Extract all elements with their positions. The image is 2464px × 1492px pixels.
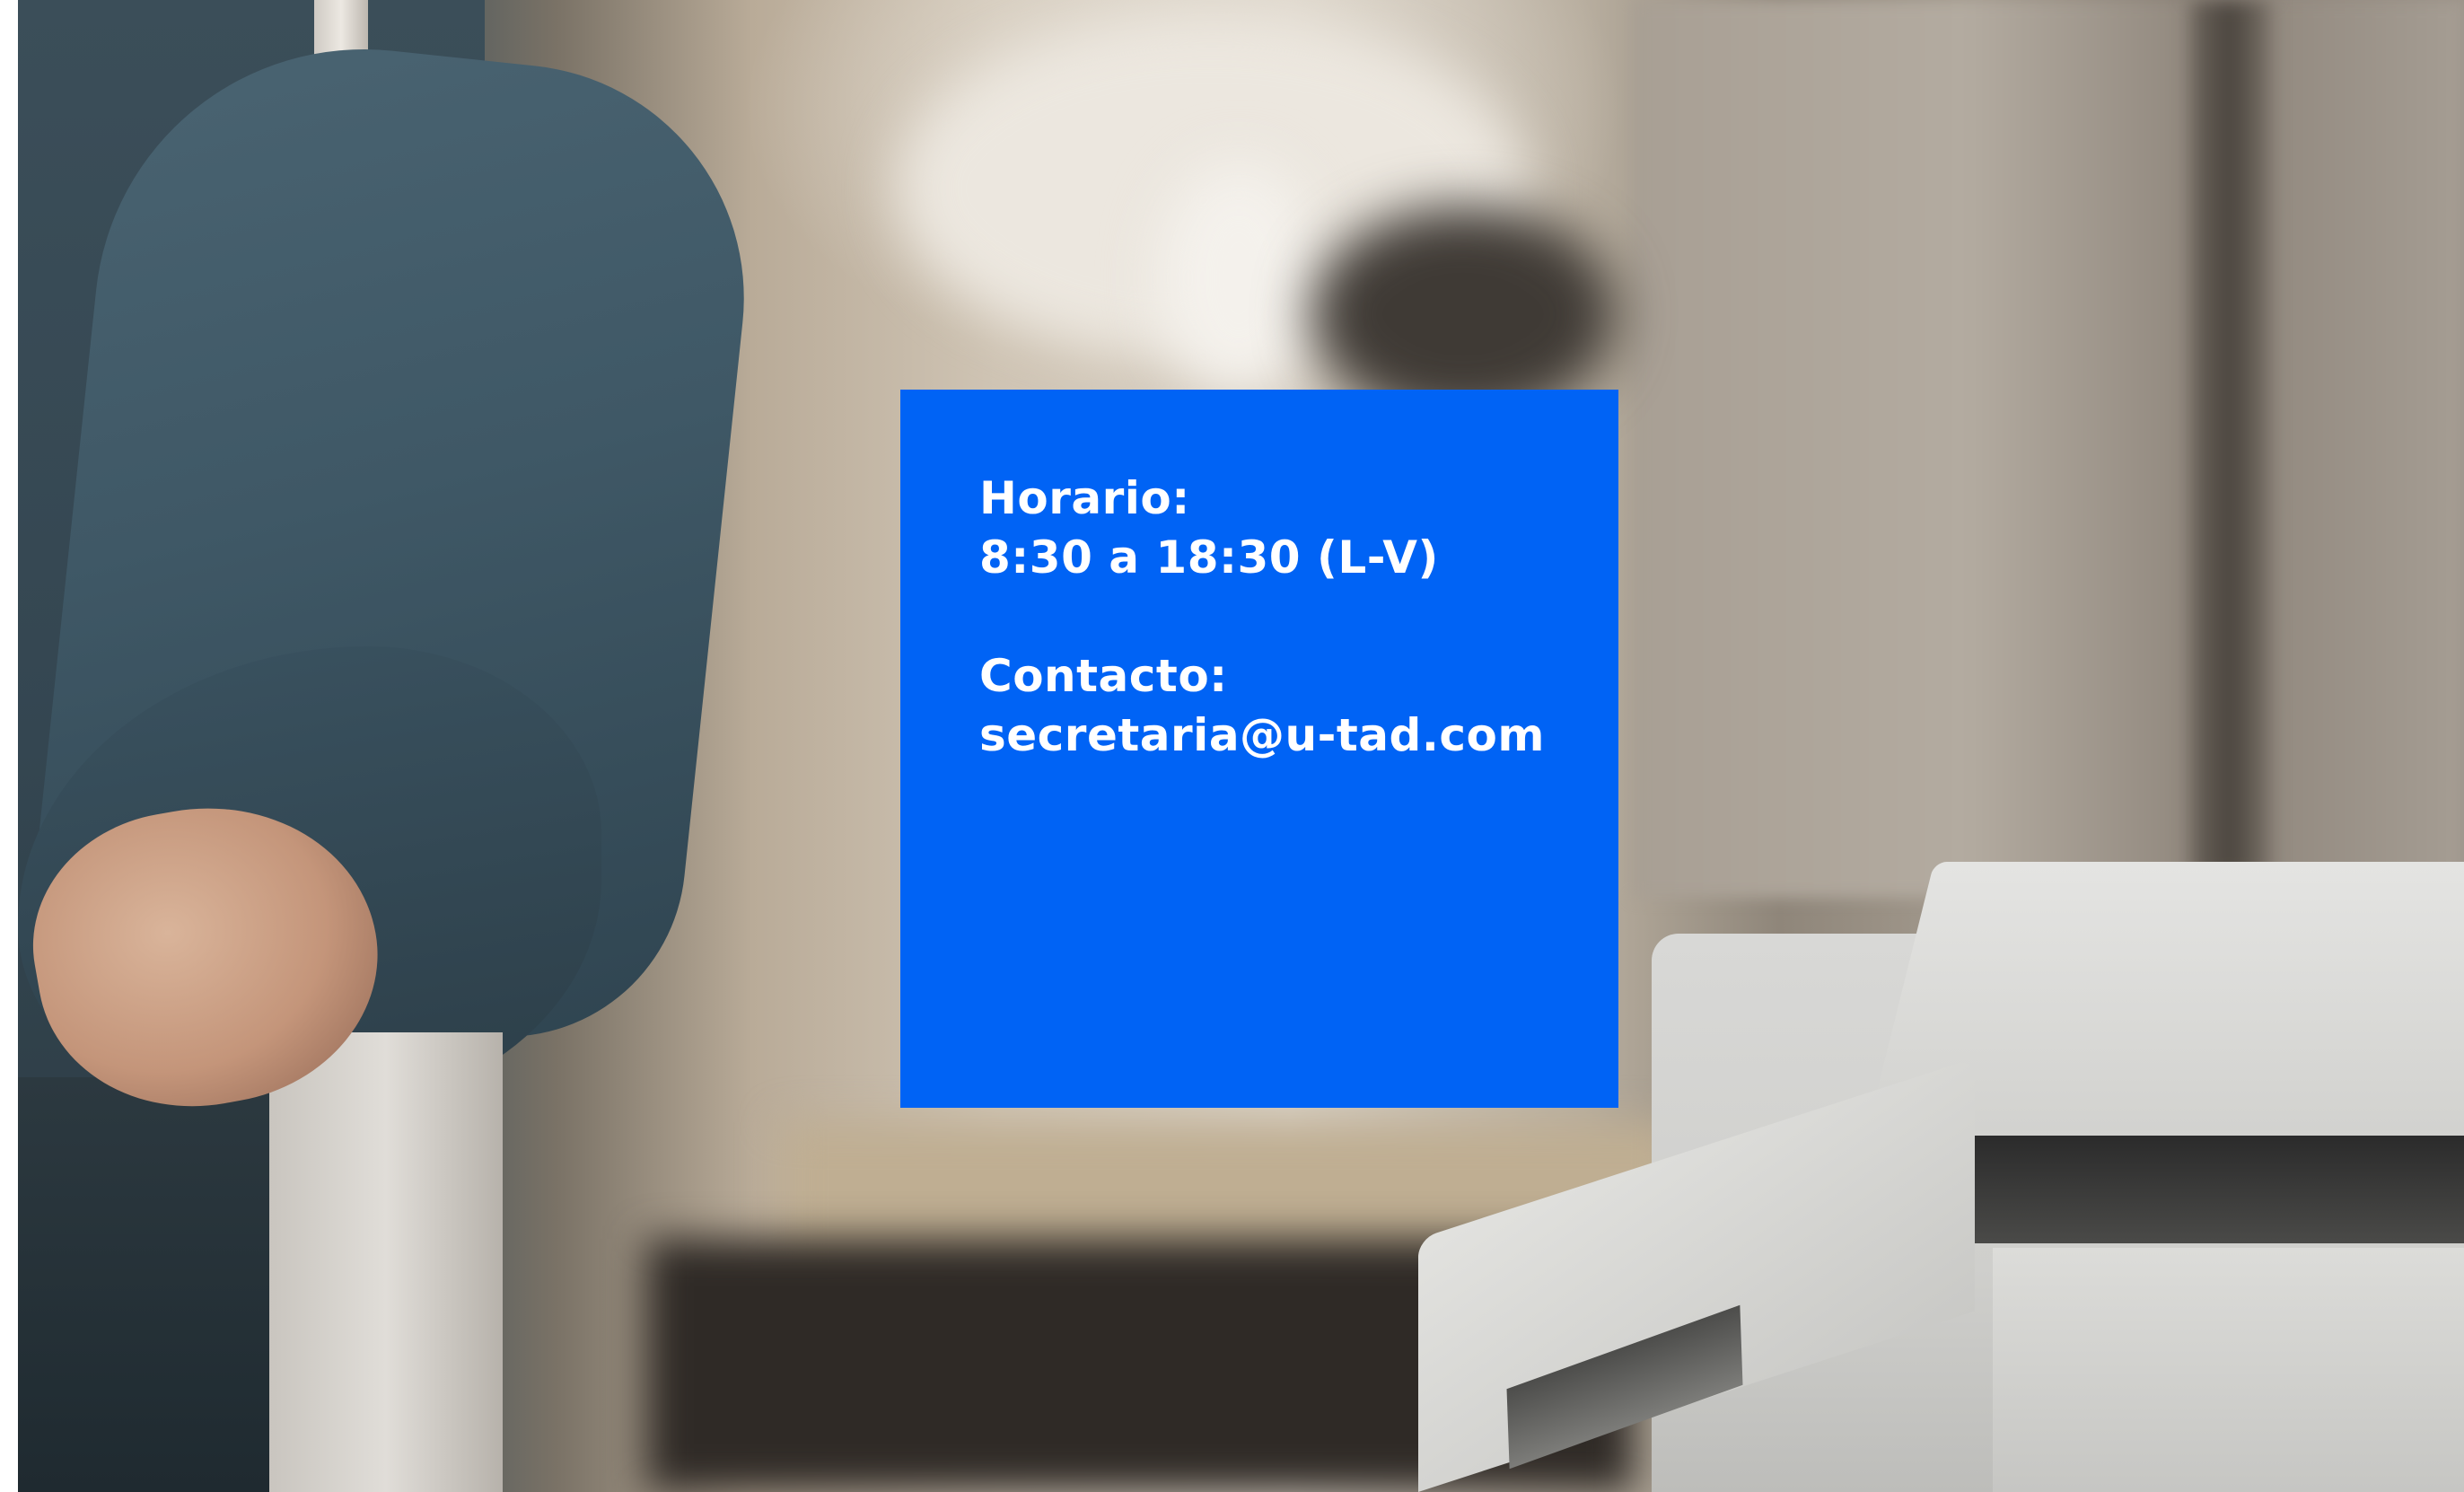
background-cabinet-edge: [2190, 0, 2271, 880]
background-lamp-blob: [1158, 162, 1320, 395]
person-undershirt: [269, 1032, 503, 1492]
slide-page: Horario: 8:30 a 18:30 (L-V) Contacto: se…: [0, 0, 2464, 1492]
background-cabinet: [1634, 0, 2464, 898]
contact-email[interactable]: secretaria@u-tad.com: [979, 706, 1545, 765]
printer-output-slot: [1939, 1136, 2464, 1243]
info-text-block: Horario: 8:30 a 18:30 (L-V) Contacto: se…: [979, 469, 1545, 765]
info-card: Horario: 8:30 a 18:30 (L-V) Contacto: se…: [900, 390, 1618, 1108]
printer-front: [1993, 1248, 2464, 1492]
text-spacer: [979, 587, 1545, 646]
schedule-value: 8:30 a 18:30 (L-V): [979, 531, 1439, 584]
contact-label: Contacto:: [979, 650, 1228, 702]
person-lower: [18, 1077, 287, 1492]
schedule-label: Horario:: [979, 472, 1190, 524]
